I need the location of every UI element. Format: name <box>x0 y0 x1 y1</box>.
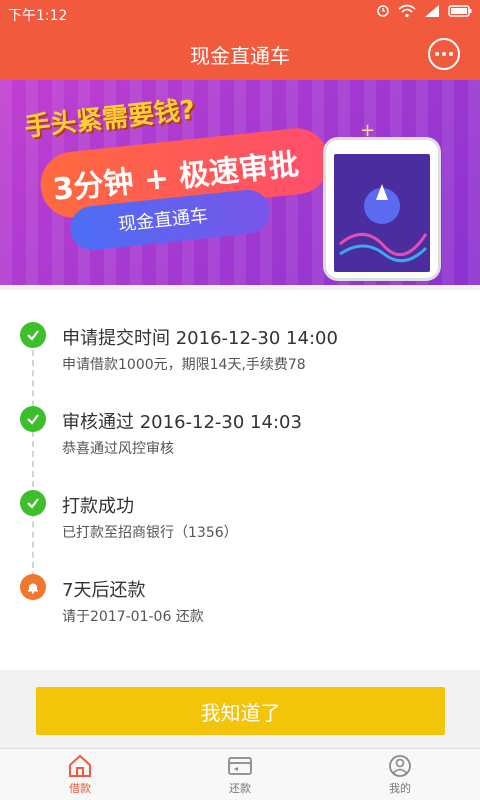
timeline-step: 打款成功 已打款至招商银行（1356） <box>0 458 480 541</box>
status-time: 下午1:12 <box>8 8 68 24</box>
bottom-tab-bar: 借款 还款 我的 <box>0 748 480 800</box>
tab-label: 借款 <box>69 781 91 795</box>
status-bar: 下午1:12 <box>0 0 480 26</box>
bell-icon <box>20 574 46 600</box>
card-icon <box>228 756 252 775</box>
app-header: 现金直通车 <box>0 26 480 80</box>
home-icon <box>69 754 91 777</box>
confirm-button[interactable]: 我知道了 <box>36 687 445 735</box>
step-title: 打款成功 <box>62 496 134 517</box>
profile-icon <box>389 754 411 777</box>
signal-icon <box>425 5 439 17</box>
status-icons <box>376 4 472 18</box>
more-icon <box>435 52 439 56</box>
more-button[interactable] <box>428 38 460 70</box>
wifi-icon <box>398 4 416 18</box>
timeline-step: 申请提交时间 2016-12-30 14:00 申请借款1000元，期限14天,… <box>0 290 480 373</box>
tab-repay[interactable]: 还款 <box>160 749 320 800</box>
tab-label: 还款 <box>229 781 251 795</box>
progress-card: 申请提交时间 2016-12-30 14:00 申请借款1000元，期限14天,… <box>0 290 480 676</box>
rocket-icon <box>339 184 428 263</box>
promo-banner[interactable]: + + + 手头紧需要钱? 3分钟 + 极速审批 现金直通车 <box>0 80 480 285</box>
battery-icon <box>448 5 472 17</box>
page-title: 现金直通车 <box>190 44 290 68</box>
step-subtitle: 请于2017-01-06 还款 <box>62 609 204 625</box>
step-title: 审核通过 2016-12-30 14:03 <box>62 412 302 433</box>
alarm-icon <box>377 5 389 17</box>
check-icon <box>20 406 46 432</box>
check-icon <box>20 490 46 516</box>
tab-mine[interactable]: 我的 <box>320 749 480 800</box>
step-subtitle: 申请借款1000元，期限14天,手续费78 <box>62 357 306 373</box>
sparkle-icon: + <box>360 120 376 141</box>
step-subtitle: 恭喜通过风控审核 <box>62 441 174 457</box>
step-subtitle: 已打款至招商银行（1356） <box>62 525 238 541</box>
tab-label: 我的 <box>389 781 411 795</box>
tab-borrow[interactable]: 借款 <box>0 749 160 800</box>
timeline-step: 审核通过 2016-12-30 14:03 恭喜通过风控审核 <box>0 374 480 457</box>
step-title: 申请提交时间 2016-12-30 14:00 <box>62 328 338 349</box>
timeline-step: 7天后还款 请于2017-01-06 还款 <box>0 542 480 625</box>
phone-screen <box>334 154 430 272</box>
check-icon <box>20 322 46 348</box>
step-title: 7天后还款 <box>62 580 146 601</box>
card-zigzag-edge <box>0 664 480 676</box>
